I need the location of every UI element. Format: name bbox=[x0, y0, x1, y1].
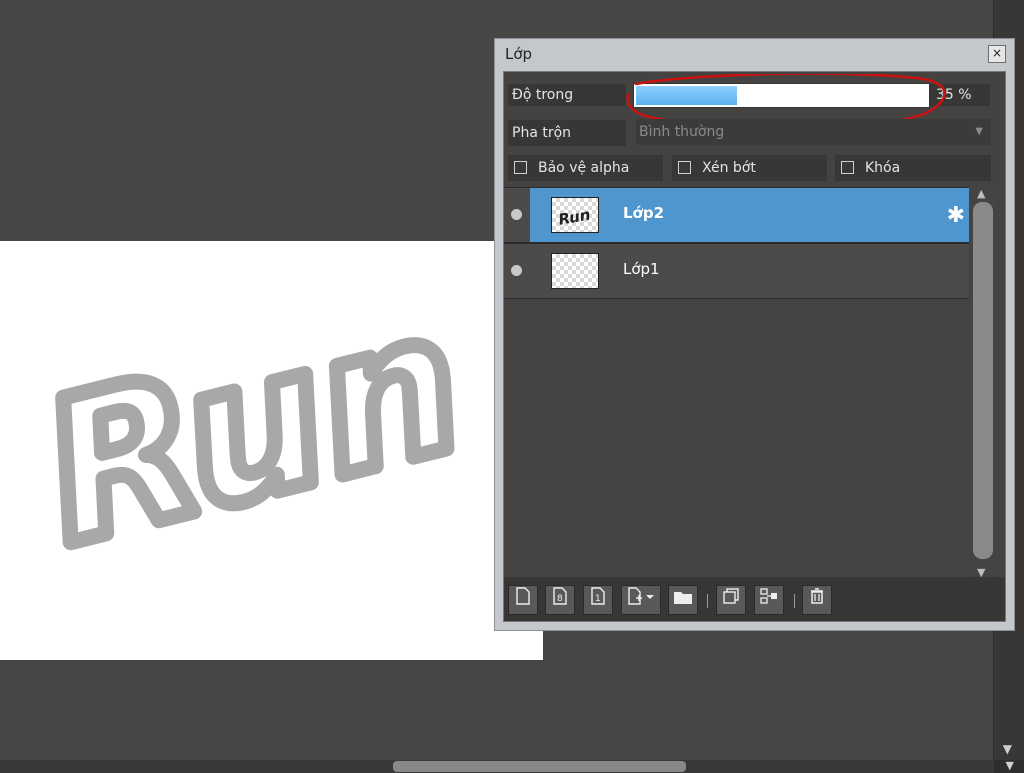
thumbnail-drawing: Run bbox=[557, 205, 592, 228]
1bit-layer-icon: 1 bbox=[591, 587, 605, 605]
svg-text:8: 8 bbox=[557, 594, 563, 604]
8bit-layer-icon: 8 bbox=[553, 587, 567, 605]
toolbar-divider bbox=[707, 594, 708, 608]
layer-name: Lớp1 bbox=[623, 260, 660, 278]
new-8bit-layer-button[interactable]: 8 bbox=[545, 585, 575, 615]
canvas-paper[interactable]: Run bbox=[0, 241, 543, 660]
chevron-down-icon: ▼ bbox=[975, 126, 983, 137]
folder-icon bbox=[674, 592, 692, 604]
thumbnail-text: Run bbox=[557, 205, 592, 228]
horizontal-scroll-thumb[interactable] bbox=[393, 761, 686, 772]
scroll-up-icon[interactable]: ▲ bbox=[977, 187, 985, 200]
checkbox-label: Xén bớt bbox=[702, 160, 756, 176]
canvas-stroke-text: Run bbox=[23, 267, 483, 588]
delete-layer-icon bbox=[811, 588, 823, 604]
close-button[interactable]: × bbox=[988, 45, 1006, 63]
checkbox-box[interactable] bbox=[841, 161, 854, 174]
opacity-label: Độ trong bbox=[508, 84, 626, 106]
layer-thumbnail bbox=[551, 253, 599, 289]
checkbox-box[interactable] bbox=[678, 161, 691, 174]
visibility-toggle[interactable] bbox=[504, 188, 530, 242]
add-layer-dropdown-icon bbox=[628, 587, 654, 605]
duplicate-layer-button[interactable] bbox=[716, 585, 746, 615]
panel-titlebar[interactable]: Lớp × bbox=[495, 39, 1014, 69]
svg-text:1: 1 bbox=[595, 594, 601, 604]
merge-layer-button[interactable] bbox=[754, 585, 784, 615]
visibility-toggle[interactable] bbox=[504, 244, 530, 298]
layer-row[interactable]: Lớp1 bbox=[504, 243, 969, 299]
eye-icon[interactable] bbox=[511, 265, 522, 276]
layer-list-scrollbar[interactable]: ▲ ▼ bbox=[971, 187, 995, 579]
blend-mode-value: Bình thường bbox=[639, 124, 725, 140]
add-layer-dropdown-button[interactable] bbox=[621, 585, 661, 615]
new-folder-button[interactable] bbox=[668, 585, 698, 615]
panel-body: Độ trong 35 % Pha trộn Bình thường ▼ Bảo… bbox=[503, 71, 1006, 622]
gear-icon[interactable]: ✱ bbox=[947, 203, 965, 228]
checkbox-alpha-protect[interactable]: Bảo vệ alpha bbox=[508, 155, 663, 181]
layer-panel: Lớp × Độ trong 35 % Pha trộn Bình thường… bbox=[494, 38, 1015, 631]
delete-layer-button[interactable] bbox=[802, 585, 832, 615]
layer-name: Lớp2 bbox=[623, 204, 665, 222]
new-1bit-layer-button[interactable]: 1 bbox=[583, 585, 613, 615]
panel-title: Lớp bbox=[505, 45, 533, 63]
toolbar-divider bbox=[794, 594, 795, 608]
duplicate-layer-icon bbox=[723, 588, 739, 604]
scrollbar-thumb[interactable] bbox=[973, 202, 993, 559]
checkbox-label: Khóa bbox=[865, 160, 901, 176]
canvas-horizontal-scrollbar[interactable] bbox=[0, 760, 994, 773]
checkbox-label: Bảo vệ alpha bbox=[538, 160, 630, 176]
layer-thumbnail: Run bbox=[551, 197, 599, 233]
checkbox-clip[interactable]: Xén bớt bbox=[672, 155, 827, 181]
blend-label: Pha trộn bbox=[508, 120, 626, 146]
scroll-down-icon[interactable]: ▼ bbox=[1003, 742, 1012, 756]
checkbox-lock[interactable]: Khóa bbox=[835, 155, 991, 181]
merge-layer-icon bbox=[760, 588, 777, 604]
blend-mode-select[interactable]: Bình thường ▼ bbox=[636, 119, 991, 145]
layer-list: Run Lớp2 ✱ Lớp1 bbox=[504, 187, 969, 579]
new-layer-icon bbox=[516, 587, 530, 605]
layer-row[interactable]: Run Lớp2 ✱ bbox=[504, 187, 969, 243]
canvas-drawing: Run bbox=[15, 259, 491, 596]
scroll-corner: ▼ bbox=[994, 759, 1024, 773]
scroll-down-icon[interactable]: ▼ bbox=[1006, 759, 1014, 772]
new-layer-button[interactable] bbox=[508, 585, 538, 615]
layer-toolbar: 8 1 bbox=[504, 577, 1005, 621]
eye-icon[interactable] bbox=[511, 209, 522, 220]
checkbox-box[interactable] bbox=[514, 161, 527, 174]
